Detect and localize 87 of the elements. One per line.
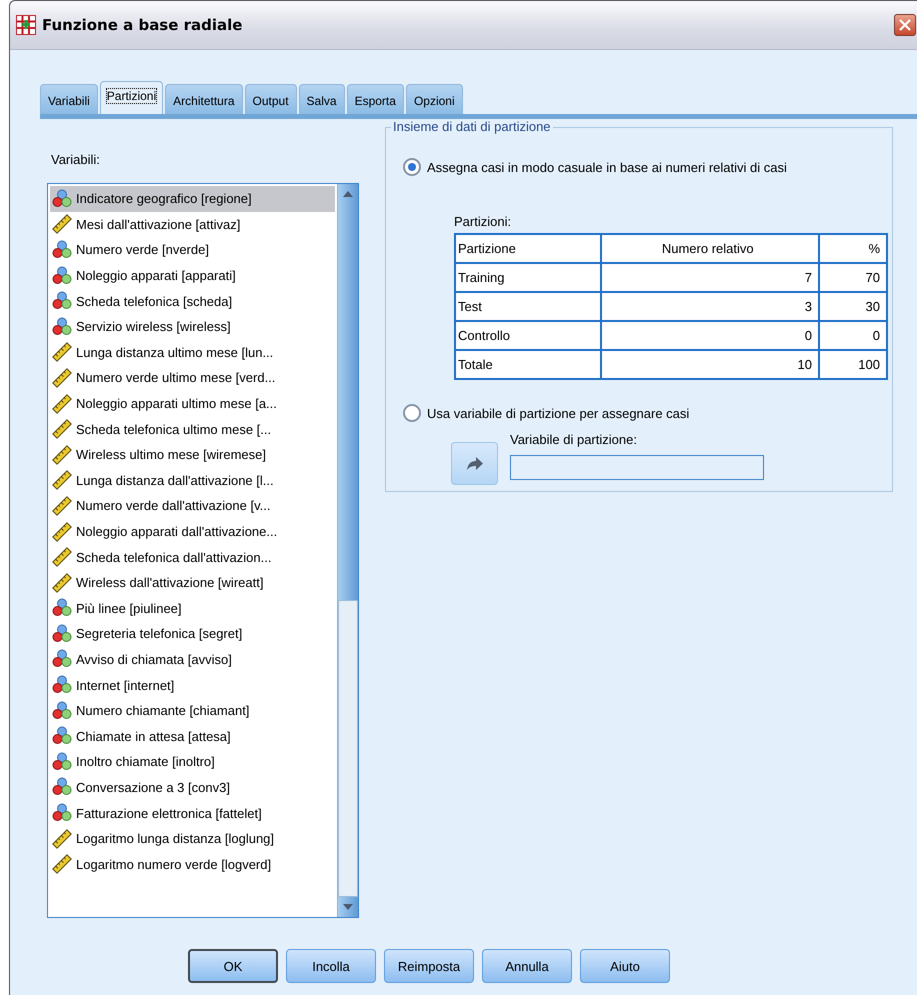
table-cell: Test bbox=[455, 292, 601, 321]
list-item[interactable]: Noleggio apparati dall'attivazione... bbox=[50, 518, 335, 544]
nominal-variable-icon bbox=[52, 291, 72, 312]
list-item[interactable]: Scheda telefonica ultimo mese [... bbox=[50, 416, 335, 442]
list-item[interactable]: Scheda telefonica [scheda] bbox=[50, 288, 335, 314]
nominal-variable-icon bbox=[52, 803, 72, 824]
list-item[interactable]: Noleggio apparati ultimo mese [a... bbox=[50, 390, 335, 416]
list-item[interactable]: Wireless ultimo mese [wiremese] bbox=[50, 442, 335, 468]
list-item[interactable]: Conversazione a 3 [conv3] bbox=[50, 774, 335, 800]
list-item[interactable]: Indicatore geografico [regione] bbox=[50, 186, 335, 212]
table-cell: 3 bbox=[600, 292, 819, 321]
column-header: Partizione bbox=[455, 234, 601, 263]
table-label: Partizioni: bbox=[454, 214, 512, 229]
radio-button[interactable] bbox=[403, 404, 421, 422]
list-item[interactable]: Inoltro chiamate [inoltro] bbox=[50, 749, 335, 775]
nominal-variable-icon bbox=[52, 752, 72, 772]
list-item[interactable]: Logaritmo numero verde [logverd] bbox=[50, 851, 335, 878]
nominal-variable-icon bbox=[52, 649, 72, 670]
list-item[interactable]: Chiamate in attesa [attesa] bbox=[50, 723, 335, 750]
column-header: % bbox=[818, 234, 887, 263]
tab[interactable]: Salva bbox=[298, 84, 345, 114]
table-cell: Controllo bbox=[455, 321, 601, 350]
table-cell: 100 bbox=[818, 350, 887, 379]
radio-label[interactable]: Assegna casi in modo casuale in base ai numeri relativi di casi bbox=[427, 160, 787, 174]
list-item[interactable]: Scheda telefonica dall'attivazion... bbox=[50, 544, 335, 570]
list-item[interactable]: Wireless dall'attivazione [wireatt] bbox=[50, 570, 335, 596]
nominal-variable-icon bbox=[52, 598, 72, 618]
list-item[interactable]: Logaritmo lunga distanza [loglung] bbox=[50, 826, 335, 852]
dialog-button[interactable]: Incolla bbox=[286, 949, 376, 983]
nominal-variable-icon bbox=[52, 266, 72, 286]
dialog-button[interactable]: Reimposta bbox=[384, 949, 474, 983]
tab[interactable]: Variabili bbox=[40, 84, 98, 114]
table-cell: 30 bbox=[818, 292, 887, 321]
nominal-variable-icon bbox=[52, 624, 72, 644]
nominal-variable-icon bbox=[52, 700, 72, 721]
list-item[interactable]: Servizio wireless [wireless] bbox=[50, 314, 335, 340]
table-cell: 10 bbox=[600, 350, 819, 379]
list-item[interactable]: Lunga distanza dall'attivazione [l... bbox=[50, 468, 335, 494]
radio-button[interactable] bbox=[403, 158, 421, 176]
variable-list[interactable] bbox=[47, 183, 359, 918]
up-arrow-icon bbox=[343, 191, 353, 197]
list-item[interactable]: Numero verde [nverde] bbox=[50, 237, 335, 263]
column-header: Numero relativo bbox=[600, 234, 819, 263]
list-label: Variabili: bbox=[51, 152, 101, 167]
partition-variable-field[interactable] bbox=[510, 455, 764, 480]
tab[interactable]: Output bbox=[244, 84, 297, 114]
down-arrow-icon bbox=[343, 904, 353, 910]
tab[interactable]: Esporta bbox=[346, 84, 404, 114]
dialog-button[interactable]: Aiuto bbox=[580, 949, 670, 983]
nominal-variable-icon bbox=[52, 316, 72, 337]
scrollbar[interactable] bbox=[337, 184, 358, 917]
dialog-button[interactable]: OK bbox=[188, 949, 278, 983]
field-label: Variabile di partizione: bbox=[510, 432, 638, 447]
nominal-variable-icon bbox=[52, 777, 72, 798]
nominal-variable-icon bbox=[52, 675, 72, 696]
list-item[interactable]: Mesi dall'attivazione [attivaz] bbox=[50, 212, 335, 238]
window-title: Funzione a base radiale bbox=[42, 16, 244, 34]
list-item[interactable]: Noleggio apparati [apparati] bbox=[50, 262, 335, 288]
list-item[interactable]: Numero chiamante [chiamant] bbox=[50, 698, 335, 724]
list-item[interactable]: Internet [internet] bbox=[50, 672, 335, 698]
table-cell: Totale bbox=[455, 350, 601, 379]
nominal-variable-icon bbox=[52, 240, 72, 260]
tab[interactable]: Partizioni bbox=[100, 81, 164, 114]
nominal-variable-icon bbox=[52, 726, 72, 746]
list-item[interactable]: Numero verde dall'attivazione [v... bbox=[50, 493, 335, 519]
list-item[interactable]: Avviso di chiamata [avviso] bbox=[50, 646, 335, 672]
nominal-variable-icon bbox=[52, 188, 72, 209]
arrow-icon bbox=[466, 456, 484, 470]
table-cell: 0 bbox=[600, 321, 819, 350]
radio-label[interactable]: Usa variabile di partizione per assegnare casi bbox=[427, 406, 690, 420]
close-icon bbox=[899, 19, 911, 31]
list-item[interactable]: Numero verde ultimo mese [verd... bbox=[50, 365, 335, 391]
dialog-button[interactable]: Annulla bbox=[482, 949, 572, 983]
table-cell: 70 bbox=[818, 263, 887, 292]
list-item[interactable]: Segreteria telefonica [segret] bbox=[50, 621, 335, 647]
tab[interactable]: Opzioni bbox=[406, 84, 463, 114]
table-cell: 7 bbox=[600, 263, 819, 292]
move-button[interactable] bbox=[451, 442, 498, 485]
table-app-icon bbox=[16, 15, 36, 35]
table-cell: Training bbox=[455, 263, 601, 292]
tab[interactable]: Architettura bbox=[165, 84, 243, 114]
group-title: Insieme di dati di partizione bbox=[391, 119, 553, 134]
close-button[interactable] bbox=[894, 14, 916, 36]
list-item[interactable]: Fatturazione elettronica [fattelet] bbox=[50, 800, 335, 826]
table-cell: 0 bbox=[818, 321, 887, 350]
list-item[interactable]: Lunga distanza ultimo mese [lun... bbox=[50, 340, 335, 366]
list-item[interactable]: Più linee [piulinee] bbox=[50, 596, 335, 622]
